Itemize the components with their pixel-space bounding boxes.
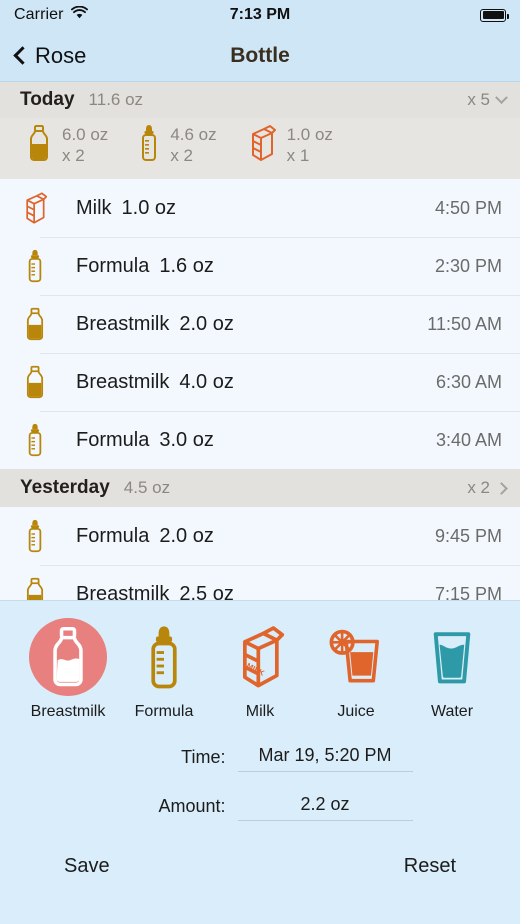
time-label: Time:: [181, 747, 226, 767]
formula-bottle-icon: [138, 124, 160, 167]
breastmilk-bottle-icon: [18, 307, 52, 341]
reset-button[interactable]: Reset: [404, 855, 456, 878]
breastmilk-bottle-icon: [29, 617, 107, 697]
entry-amount: 2.0 oz: [159, 524, 214, 547]
section-count: x 5: [467, 90, 490, 109]
entry-type: Breastmilk: [76, 370, 170, 393]
entry-type: Formula: [76, 254, 150, 277]
status-bar-right: [480, 8, 509, 22]
entry-amount: 2.5 oz: [179, 582, 234, 601]
breastmilk-bottle-icon: [26, 124, 52, 167]
amount-input[interactable]: 2.2 oz: [237, 794, 413, 821]
list-item[interactable]: Milk 1.0 oz 4:50 PM: [0, 179, 520, 237]
entry-editor: Breastmilk Formula MILK Milk Juice Water…: [0, 600, 520, 924]
formula-bottle-icon: [18, 519, 52, 553]
section-header-right: x 2: [467, 478, 508, 498]
milk-carton-icon: [247, 124, 277, 167]
back-button-label: Rose: [35, 42, 87, 68]
section-total: 11.6 oz: [88, 90, 144, 109]
feed-type-juice[interactable]: Juice: [314, 617, 398, 721]
entry-fields: Time: Mar 19, 5:20 PM Amount: 2.2 oz: [0, 745, 520, 821]
list-item[interactable]: Formula 2.0 oz 9:45 PM: [0, 507, 520, 565]
entry-type: Breastmilk: [76, 312, 170, 335]
feed-type-label: Formula: [134, 703, 194, 720]
feed-type-breastmilk[interactable]: Breastmilk: [26, 617, 110, 721]
amount-label: Amount:: [158, 796, 226, 816]
formula-bottle-icon: [18, 249, 52, 283]
chevron-right-icon: [495, 481, 508, 495]
summary-text: 4.6 oz x 2: [170, 124, 217, 165]
entry-time: 11:50 AM: [427, 313, 502, 334]
section-total: 4.5 oz: [123, 478, 171, 497]
entry-time: 2:30 PM: [434, 255, 502, 276]
entry-amount: 1.6 oz: [159, 254, 214, 277]
summary-item: 6.0 oz x 2: [26, 124, 108, 167]
section-title: Yesterday: [20, 477, 110, 498]
entry-type: Milk: [76, 196, 112, 219]
entry-amount: 3.0 oz: [159, 428, 214, 451]
entry-type: Formula: [76, 524, 150, 547]
feed-type-label: Juice: [337, 703, 375, 720]
entry-amount: 1.0 oz: [121, 196, 177, 219]
summary-text: 6.0 oz x 2: [62, 124, 109, 165]
section-header-today[interactable]: Today 11.6 oz x 5: [0, 82, 520, 118]
chevron-down-icon: [495, 90, 508, 104]
formula-bottle-icon: [18, 423, 52, 457]
breastmilk-bottle-icon: [18, 577, 52, 600]
list-item[interactable]: Breastmilk 4.0 oz 6:30 AM: [0, 353, 520, 411]
amount-field-row: Amount: 2.2 oz: [0, 794, 520, 821]
section-count: x 2: [467, 478, 490, 497]
chevron-left-icon: [13, 46, 32, 65]
feed-type-label: Milk: [245, 703, 275, 720]
status-bar-left: Carrier: [14, 5, 88, 24]
app-screen: Carrier 7:13 PM Rose Bottle Today 11.6 o…: [0, 0, 520, 924]
save-button[interactable]: Save: [64, 855, 110, 878]
water-glass-icon: [429, 617, 475, 697]
feed-type-label: Breastmilk: [30, 703, 106, 720]
feed-type-picker: Breastmilk Formula MILK Milk Juice Water: [0, 617, 520, 721]
summary-item: 1.0 oz x 1: [247, 124, 333, 167]
summary-text: 1.0 oz x 1: [286, 124, 333, 165]
time-field-row: Time: Mar 19, 5:20 PM: [0, 745, 520, 772]
list-item[interactable]: Formula 3.0 oz 3:40 AM: [0, 411, 520, 469]
juice-glass-icon: [328, 617, 384, 697]
battery-full-icon: [480, 8, 509, 22]
list-item[interactable]: Breastmilk 2.0 oz 11:50 AM: [0, 295, 520, 353]
feed-type-formula[interactable]: Formula: [122, 617, 206, 721]
list-item[interactable]: Breastmilk 2.5 oz 7:15 PM: [0, 565, 520, 600]
feed-type-milk[interactable]: MILK Milk: [218, 617, 302, 721]
svg-text:MILK: MILK: [245, 661, 266, 678]
entry-amount: 4.0 oz: [179, 370, 234, 393]
back-button[interactable]: Rose: [12, 43, 86, 69]
carrier-label: Carrier: [14, 6, 64, 23]
entry-time: 4:50 PM: [434, 197, 502, 218]
entry-time: 6:30 AM: [435, 371, 502, 392]
feed-type-label: Water: [430, 703, 474, 720]
list-item[interactable]: Formula 1.6 oz 2:30 PM: [0, 237, 520, 295]
today-summary: 6.0 oz x 2 4.6 oz x 2 1.0 oz x 1: [0, 118, 520, 179]
time-input[interactable]: Mar 19, 5:20 PM: [237, 745, 413, 772]
feed-type-water[interactable]: Water: [410, 617, 494, 721]
entry-type: Formula: [76, 428, 150, 451]
entry-amount: 2.0 oz: [179, 312, 234, 335]
entry-time: 3:40 AM: [435, 429, 502, 450]
section-title: Today: [20, 89, 75, 110]
section-header-yesterday[interactable]: Yesterday 4.5 oz x 2: [0, 469, 520, 507]
navigation-bar: Rose Bottle: [0, 30, 520, 82]
wifi-icon: [70, 5, 88, 24]
breastmilk-bottle-icon: [18, 365, 52, 399]
milk-carton-icon: [18, 191, 52, 225]
status-bar: Carrier 7:13 PM: [0, 0, 520, 30]
entry-type: Breastmilk: [76, 582, 170, 601]
milk-carton-icon: MILK: [233, 617, 287, 697]
feeding-list: Today 11.6 oz x 5 6.0 oz x 2 4.6 oz x 2 …: [0, 82, 520, 600]
summary-item: 4.6 oz x 2: [138, 124, 217, 167]
section-header-right: x 5: [467, 90, 508, 110]
entry-time: 7:15 PM: [434, 583, 502, 601]
entry-time: 9:45 PM: [434, 525, 502, 546]
editor-actions: Save Reset: [0, 843, 520, 878]
formula-bottle-icon: [145, 617, 183, 697]
